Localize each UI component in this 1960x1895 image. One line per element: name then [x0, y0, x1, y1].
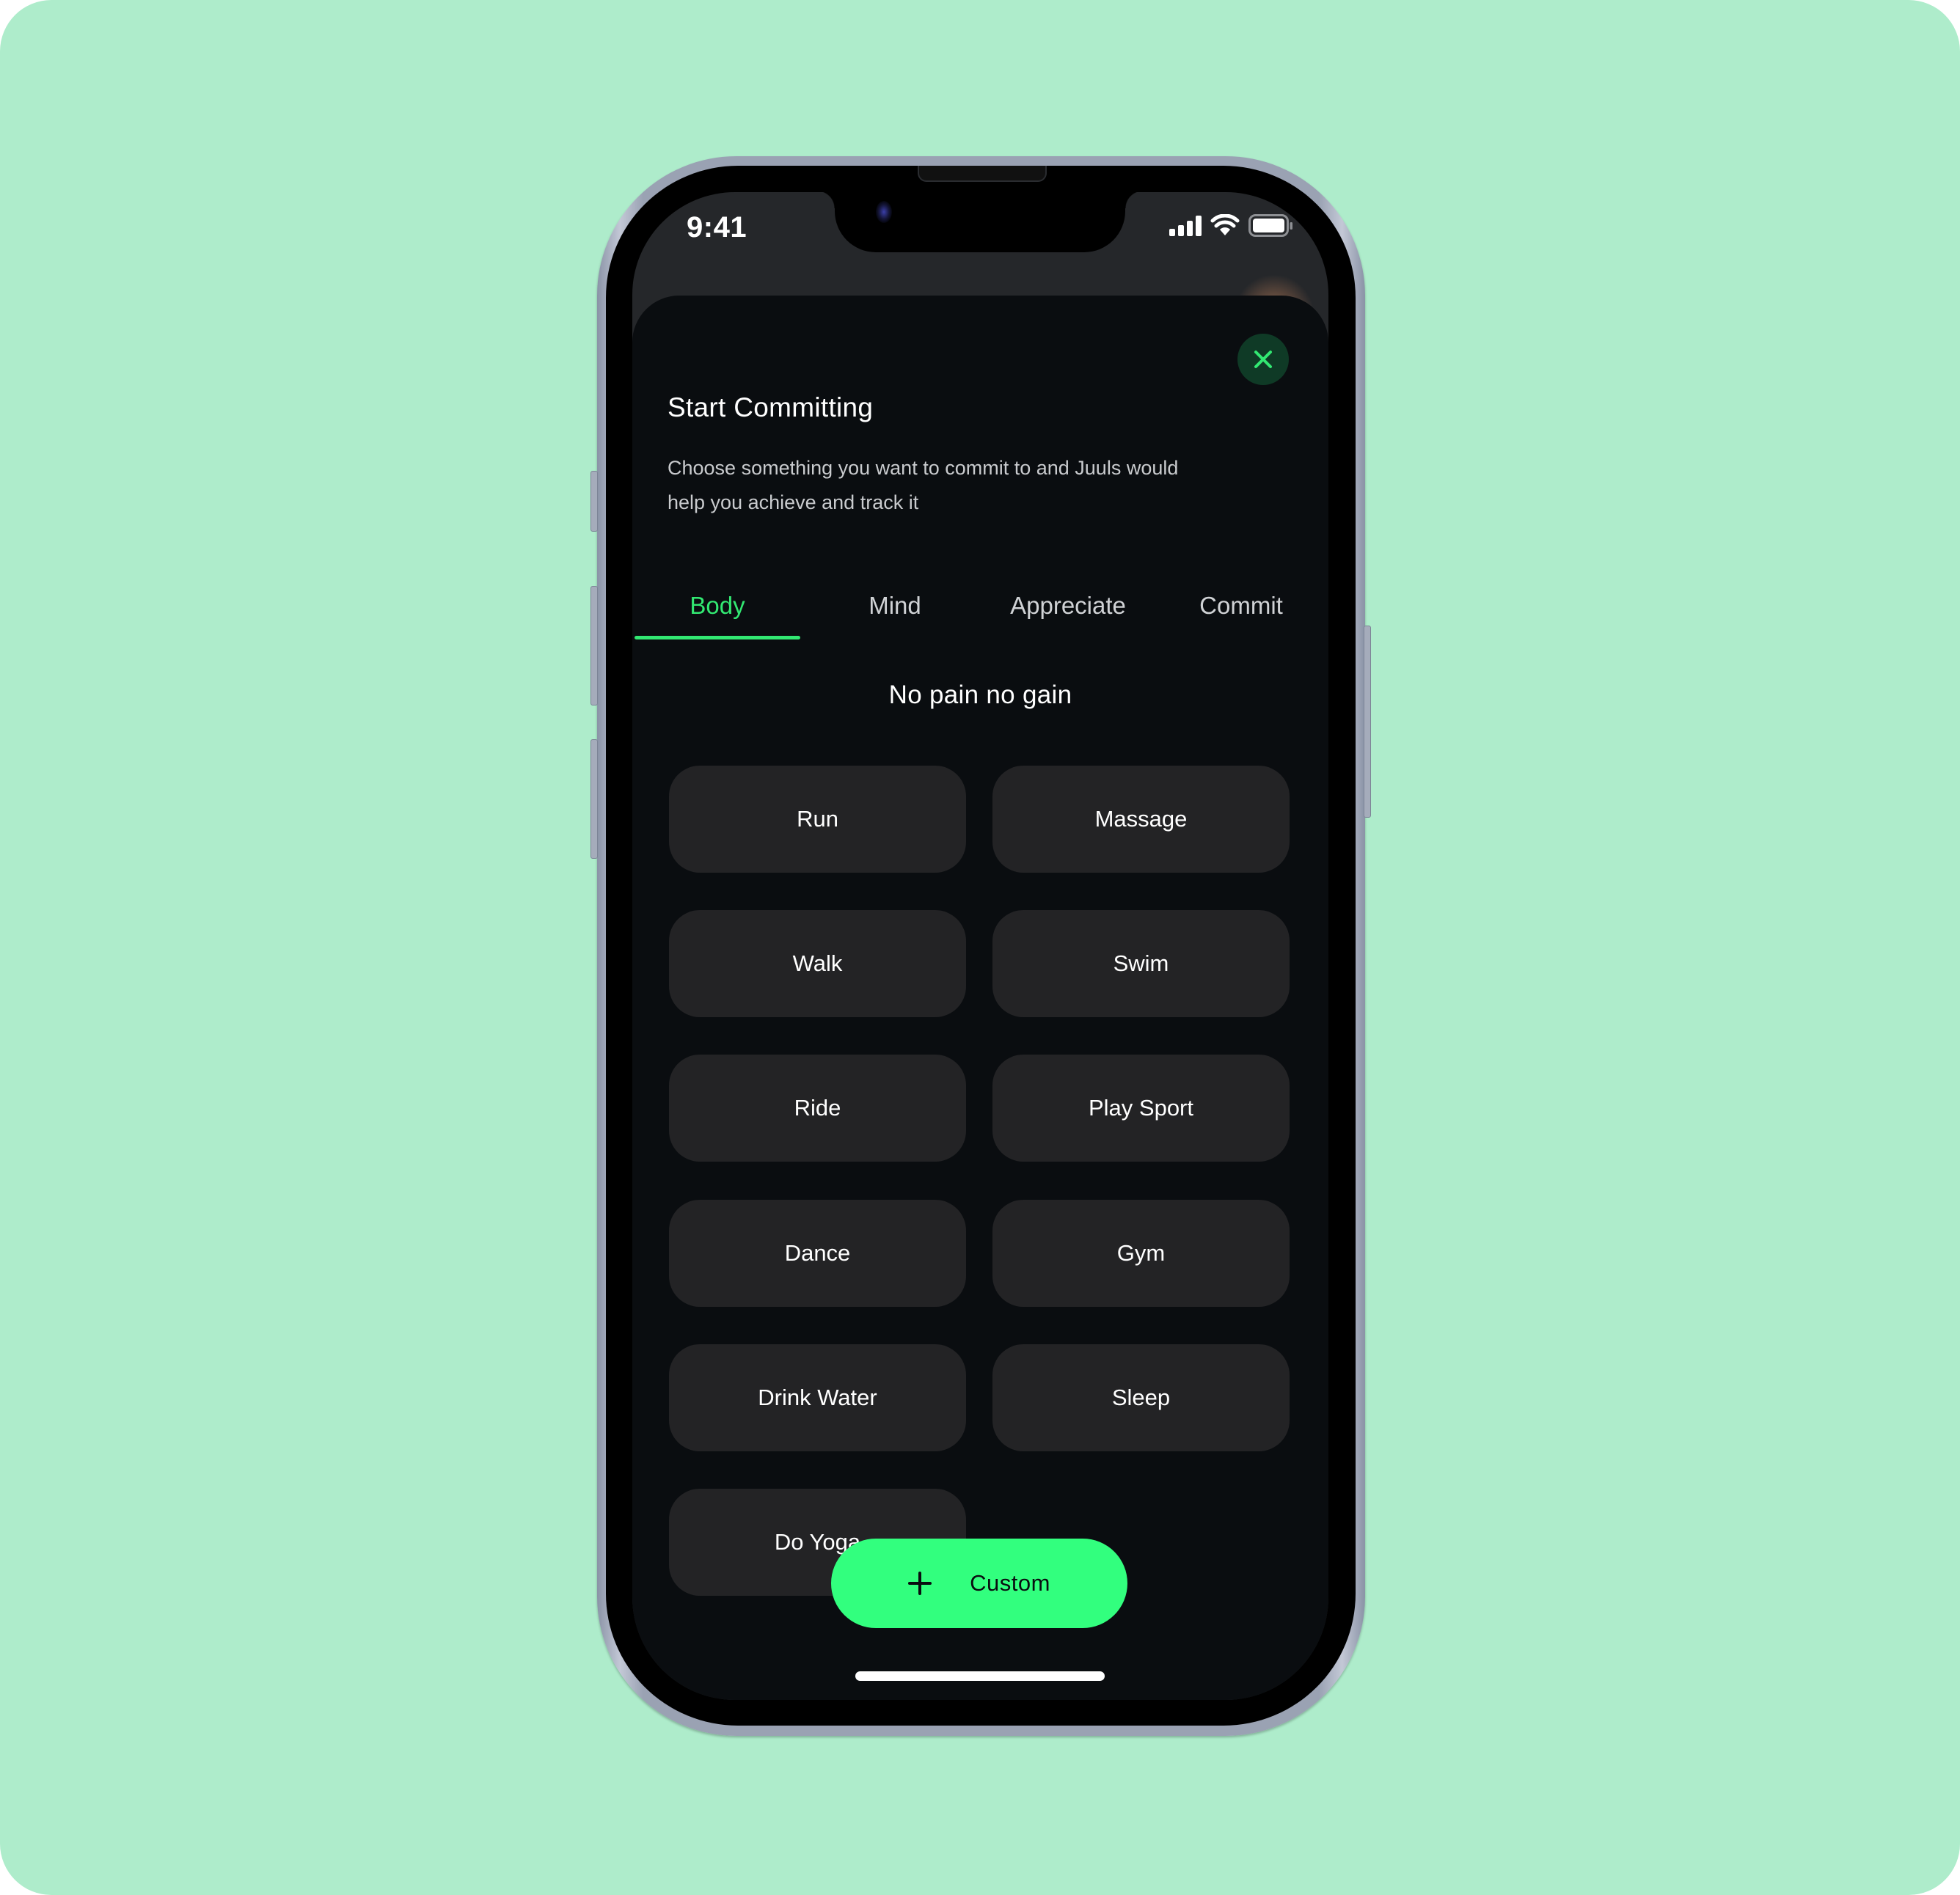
option-play-sport[interactable]: Play Sport	[992, 1055, 1290, 1162]
sheet-title: Start Committing	[668, 392, 874, 422]
custom-button-label: Custom	[970, 1570, 1050, 1596]
option-massage[interactable]: Massage	[992, 766, 1290, 873]
volume-down-button	[590, 739, 598, 859]
home-indicator[interactable]	[855, 1671, 1105, 1681]
option-walk[interactable]: Walk	[669, 910, 966, 1017]
battery-icon	[1248, 214, 1292, 237]
option-sleep[interactable]: Sleep	[992, 1344, 1290, 1451]
mute-switch	[590, 471, 598, 532]
option-gym[interactable]: Gym	[992, 1200, 1290, 1307]
phone-screen: 9:41 Start Committing Choose something y…	[632, 192, 1328, 1700]
active-tab-indicator	[635, 636, 800, 639]
cellular-signal-icon	[1169, 216, 1202, 236]
sheet-description: Choose something you want to commit to a…	[668, 451, 1254, 520]
category-tabs: Body Mind Appreciate Commit	[632, 574, 1328, 640]
tab-appreciate[interactable]: Appreciate	[981, 574, 1155, 637]
tab-commit[interactable]: Commit	[1155, 574, 1328, 637]
option-dance[interactable]: Dance	[669, 1200, 966, 1307]
status-icons	[1169, 214, 1294, 238]
status-time: 9:41	[687, 211, 747, 243]
power-button	[1364, 626, 1371, 818]
tab-body[interactable]: Body	[635, 574, 800, 637]
close-button[interactable]	[1237, 334, 1289, 385]
close-icon	[1254, 351, 1272, 368]
option-run[interactable]: Run	[669, 766, 966, 873]
custom-button[interactable]: Custom	[831, 1539, 1127, 1628]
option-swim[interactable]: Swim	[992, 910, 1290, 1017]
option-ride[interactable]: Ride	[669, 1055, 966, 1162]
description-line-1: Choose something you want to commit to a…	[668, 457, 1179, 479]
commit-bottom-sheet: Start Committing Choose something you wa…	[632, 296, 1328, 1700]
earpiece-speaker	[918, 166, 1047, 182]
description-line-2: help you achieve and track it	[668, 491, 919, 513]
volume-up-button	[590, 586, 598, 705]
wifi-icon	[1210, 214, 1240, 235]
notch	[817, 192, 1143, 252]
plus-icon	[908, 1572, 932, 1595]
section-heading: No pain no gain	[888, 681, 1072, 709]
tab-mind[interactable]: Mind	[808, 574, 981, 637]
option-drink-water[interactable]: Drink Water	[669, 1344, 966, 1451]
front-camera	[876, 201, 892, 223]
